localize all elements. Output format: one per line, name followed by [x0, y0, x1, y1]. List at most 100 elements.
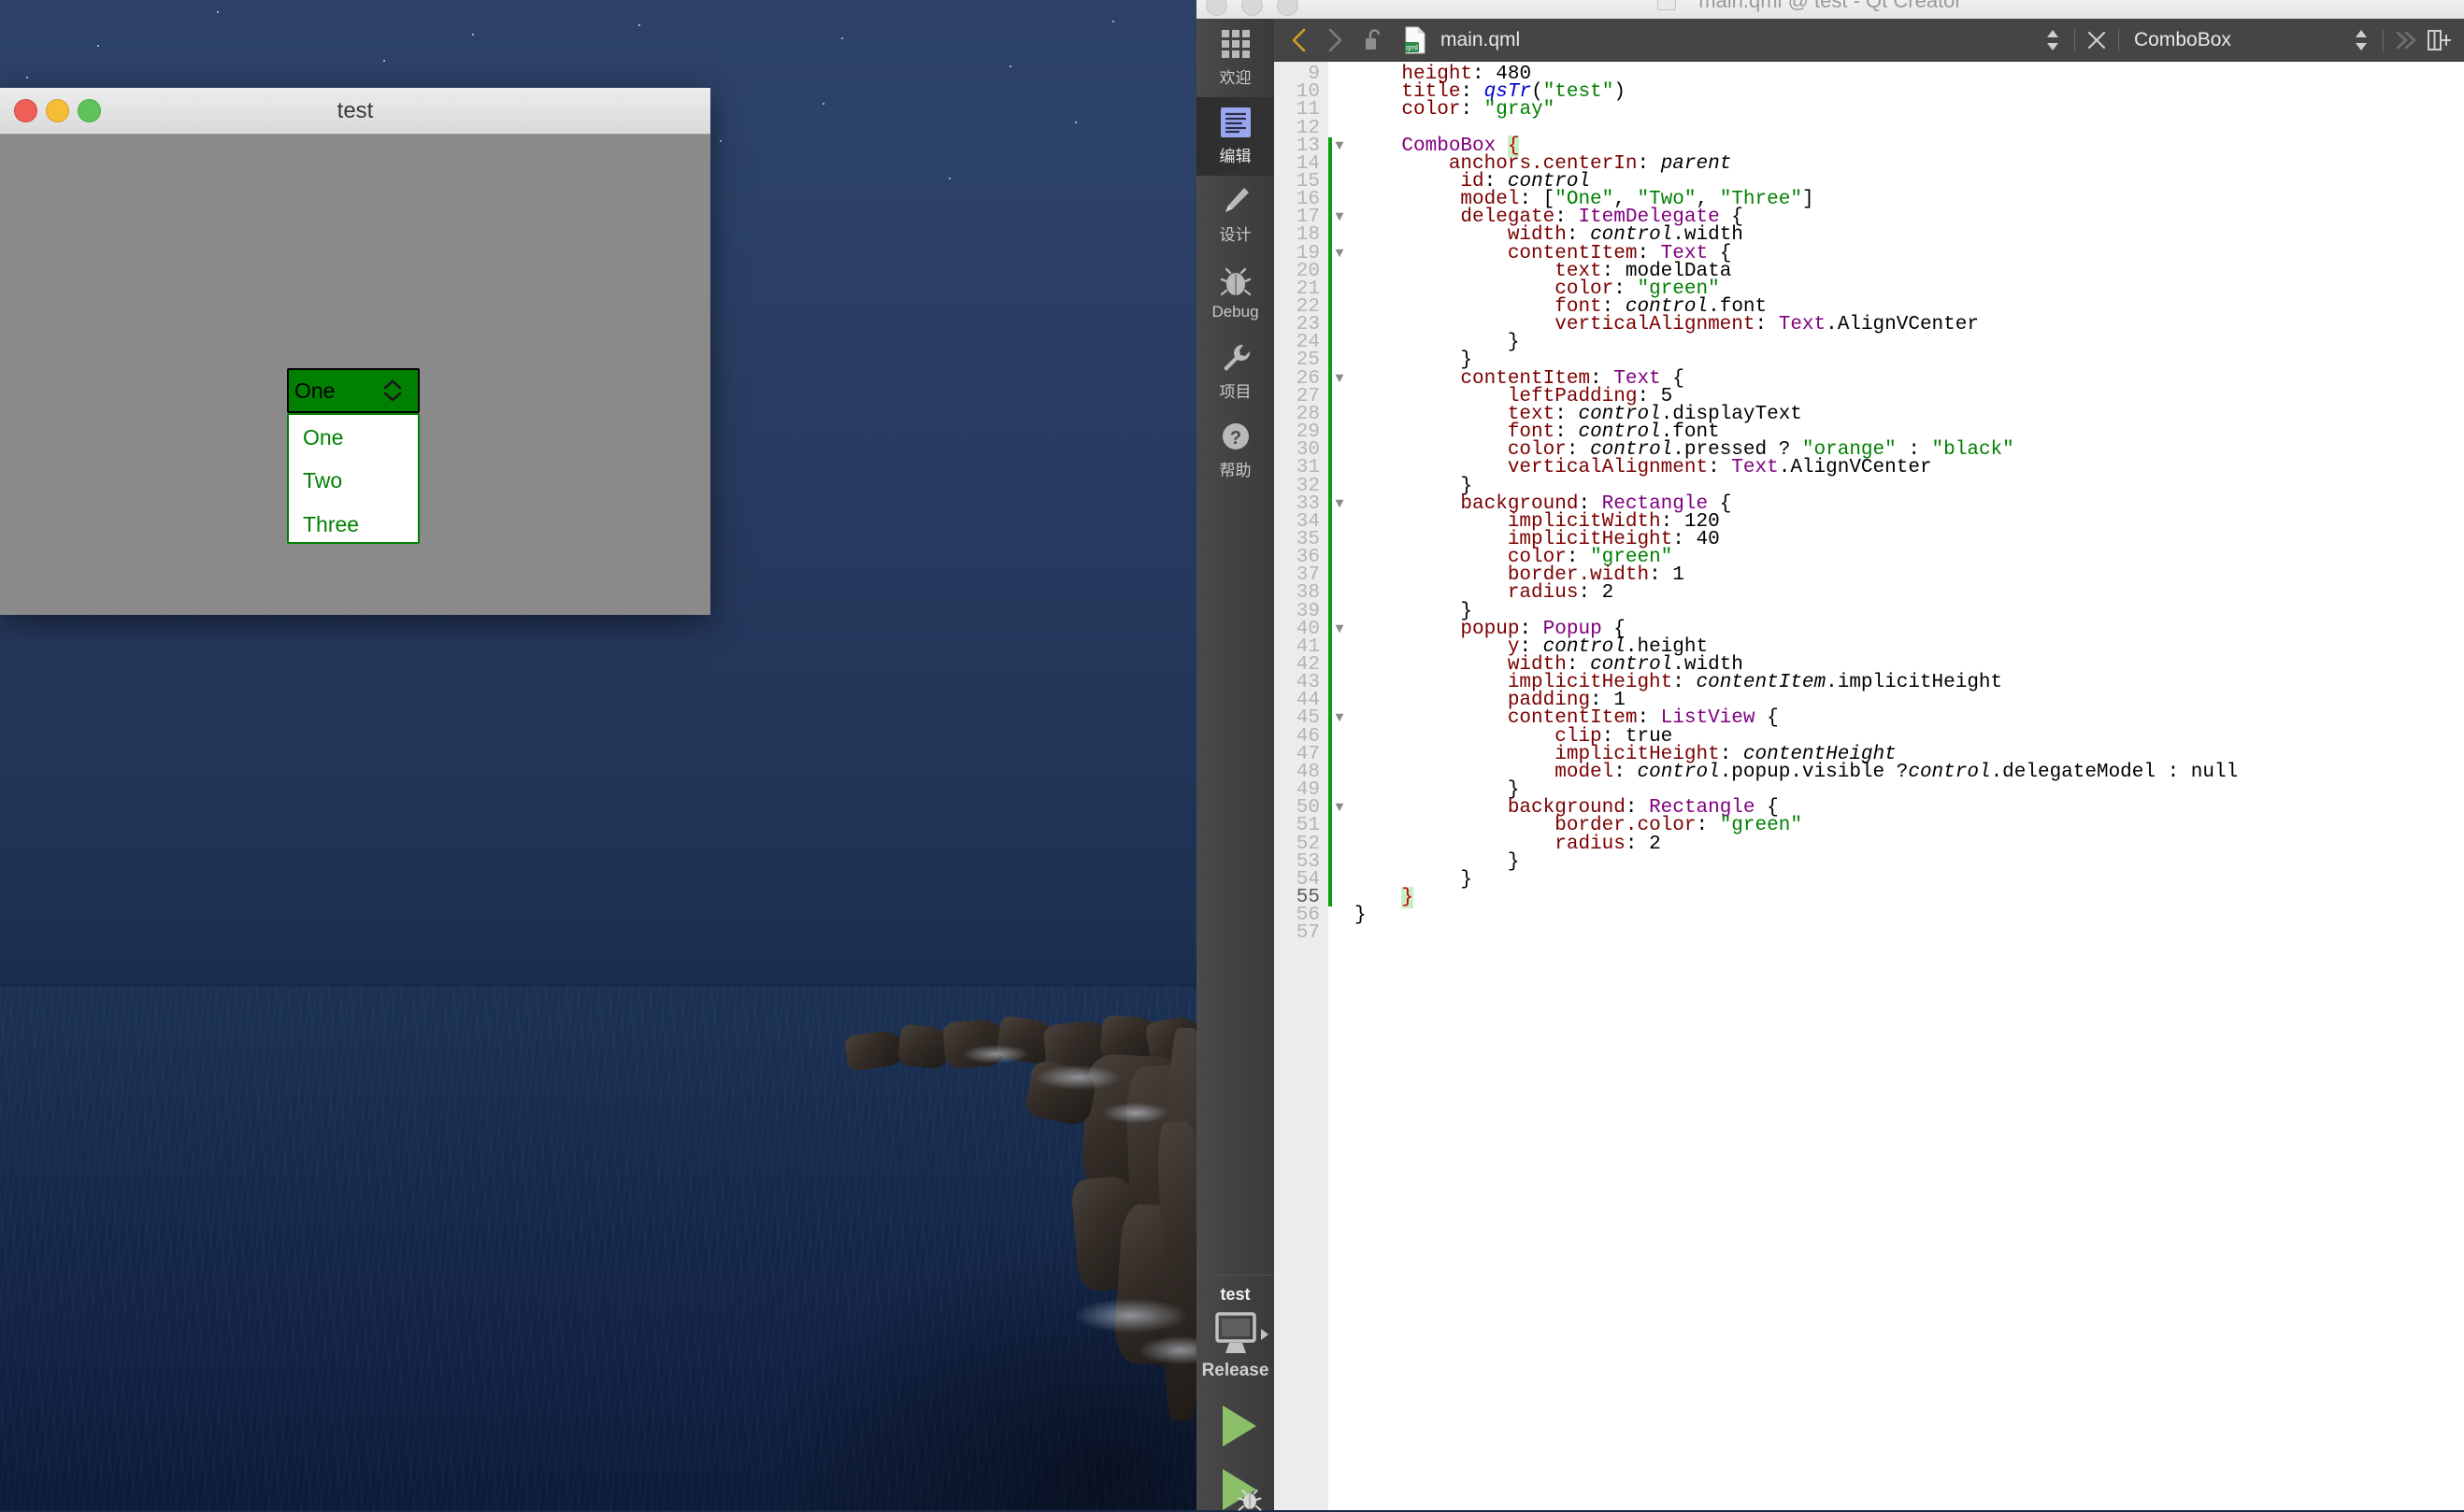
sidebar-item-welcome[interactable]: 欢迎: [1196, 19, 1274, 97]
star: [26, 77, 28, 78]
kit-project-name: test: [1220, 1285, 1251, 1304]
star: [1010, 65, 1011, 67]
fold-triangle-icon[interactable]: ▼: [1328, 247, 1351, 261]
kit-build-config: Release: [1201, 1361, 1269, 1380]
bug-icon: [1220, 266, 1252, 298]
combobox-item-two[interactable]: Two: [290, 460, 417, 504]
up-down-arrows-icon: [2356, 29, 2367, 50]
kit-selector[interactable]: test Release: [1196, 1275, 1274, 1511]
sidebar-label-design: 设计: [1219, 226, 1252, 244]
close-document-button[interactable]: [2084, 24, 2109, 56]
star: [472, 34, 474, 36]
toolbar-separator-3: [2383, 28, 2384, 51]
debug-button[interactable]: [1222, 1469, 1261, 1511]
navigate-back-button[interactable]: [1287, 24, 1311, 56]
code-editor[interactable]: 9 height: 480 10 title: qsTr("test") 11 co…: [1274, 62, 2464, 1510]
rock: [896, 1023, 951, 1070]
sea-foam: [963, 1045, 1028, 1063]
modebar-spacer: [1196, 490, 1274, 1275]
symbol-updown-button[interactable]: [2349, 24, 2373, 56]
close-x-icon: [2087, 31, 2106, 49]
qt-creator-window: main.qml @ test - Qt Creator 欢迎 编辑 设计 De…: [1196, 0, 2464, 1511]
file-list-updown-button[interactable]: [2041, 24, 2065, 56]
star: [720, 140, 722, 142]
qt-creator-titlebar[interactable]: main.qml @ test - Qt Creator: [1196, 0, 2464, 19]
star: [638, 24, 640, 26]
sea-foam: [1036, 1065, 1120, 1090]
qml-file-icon: qml: [1403, 24, 1427, 56]
sidebar-label-welcome: 欢迎: [1219, 69, 1252, 87]
sidebar-label-edit: 编辑: [1219, 148, 1252, 165]
expand-collapse-button[interactable]: [2393, 24, 2419, 56]
combobox-control[interactable]: One: [287, 368, 420, 413]
qml-window-titlebar[interactable]: test: [0, 88, 710, 135]
ocean-shadow: [0, 987, 1196, 1510]
symbol-selector[interactable]: ComboBox: [2134, 29, 2349, 51]
fold-triangle-icon[interactable]: ▼: [1328, 801, 1351, 815]
up-down-arrows-icon: [2047, 29, 2058, 50]
svg-text:qml: qml: [1406, 43, 1418, 51]
sidebar-item-design[interactable]: 设计: [1196, 176, 1274, 254]
double-chevron-right-icon: [2396, 31, 2416, 49]
grid-icon: [1220, 28, 1252, 60]
line-number: 57: [1296, 922, 1320, 945]
up-down-chevron-icon[interactable]: [382, 378, 403, 403]
desktop-monitor-icon: [1214, 1312, 1256, 1353]
fold-triangle-icon[interactable]: ▼: [1328, 139, 1351, 153]
star: [949, 178, 951, 179]
fold-triangle-icon[interactable]: ▼: [1328, 622, 1351, 636]
fold-triangle-icon[interactable]: ▼: [1328, 210, 1351, 224]
fold-triangle-icon[interactable]: ▼: [1328, 711, 1351, 725]
star: [97, 45, 99, 47]
split-editor-icon: [2428, 29, 2451, 50]
star: [217, 11, 219, 13]
code-text: color: "gray": [1401, 99, 1555, 121]
sea-foam: [1075, 1299, 1187, 1333]
code-line[interactable]: 54 }: [1274, 869, 2464, 891]
pencil-icon: [1220, 185, 1252, 217]
chevron-right-icon: [1328, 28, 1342, 51]
combobox-item-one[interactable]: One: [290, 416, 417, 460]
chevron-right-icon[interactable]: [1259, 1327, 1270, 1342]
code-text: }: [1354, 905, 1367, 927]
sidebar-label-help: 帮助: [1219, 462, 1252, 479]
toolbar-separator-1: [2074, 28, 2075, 51]
question-circle-icon: ?: [1220, 421, 1252, 452]
qml-window-title: test: [337, 97, 374, 123]
split-editor-button[interactable]: [2427, 24, 2451, 56]
combobox-display-text: One: [294, 378, 336, 403]
editor-toolbar: qml main.qml ComboBox: [1274, 19, 2464, 62]
qml-app-content: One One Two Three: [0, 135, 710, 615]
svg-text:?: ?: [1229, 428, 1240, 449]
sidebar-item-debug[interactable]: Debug: [1196, 254, 1274, 333]
combobox-item-three[interactable]: Three: [290, 503, 417, 542]
lock-toggle-button[interactable]: [1362, 24, 1386, 56]
sidebar-label-projects: 项目: [1219, 383, 1252, 401]
qt-creator-window-title: main.qml @ test - Qt Creator: [1698, 0, 1962, 12]
code-line[interactable]: 56}: [1274, 905, 2464, 927]
sea-foam: [1103, 1103, 1168, 1123]
star: [1075, 121, 1077, 123]
code-line[interactable]: 57: [1274, 922, 2464, 945]
wrench-icon: [1220, 342, 1252, 374]
code-line[interactable]: 55 }: [1274, 886, 2464, 908]
mode-selector-bar: 欢迎 编辑 设计 Debug 项目 ? 帮助 test Release: [1196, 19, 1274, 1511]
sidebar-item-help[interactable]: ? 帮助: [1196, 411, 1274, 490]
navigate-forward-button[interactable]: [1323, 24, 1347, 56]
chevron-left-icon: [1292, 28, 1306, 51]
star: [1112, 21, 1114, 22]
star: [383, 60, 385, 62]
sidebar-label-debug: Debug: [1211, 302, 1259, 321]
code-line[interactable]: 11 color: "gray": [1274, 99, 2464, 121]
star: [841, 37, 843, 39]
unlocked-padlock-icon: [1366, 28, 1381, 50]
sidebar-item-projects[interactable]: 项目: [1196, 333, 1274, 411]
combobox-popup[interactable]: One Two Three: [287, 413, 420, 544]
run-button[interactable]: [1222, 1405, 1256, 1447]
sidebar-item-edit[interactable]: 编辑: [1196, 97, 1274, 176]
fold-triangle-icon[interactable]: ▼: [1328, 372, 1351, 386]
fold-triangle-icon[interactable]: ▼: [1328, 497, 1351, 511]
toolbar-separator-2: [2118, 28, 2119, 51]
star: [823, 103, 824, 105]
open-file-name[interactable]: main.qml: [1440, 29, 1520, 51]
